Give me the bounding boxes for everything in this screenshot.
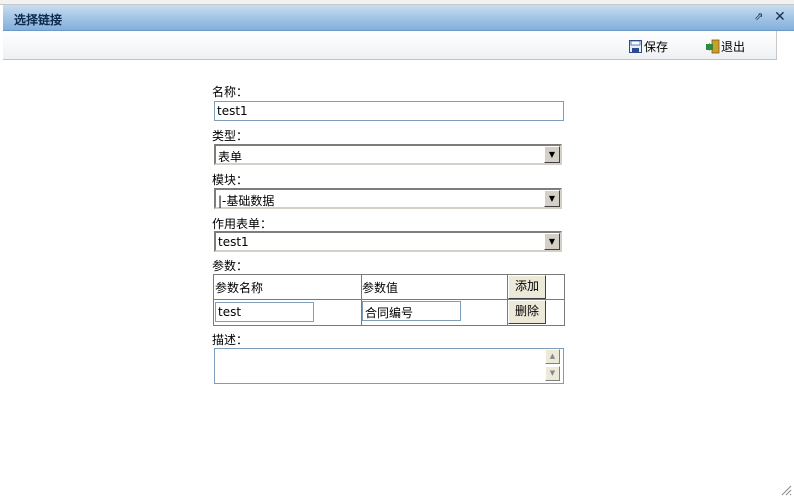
scroll-down-icon[interactable]: ▼	[545, 366, 560, 381]
module-select[interactable]: |-基础数据 ▼	[214, 188, 562, 209]
name-input[interactable]: test1	[214, 101, 564, 121]
close-icon[interactable]: ✕	[774, 10, 786, 24]
type-select-value: 表单	[218, 150, 243, 164]
type-label: 类型：	[212, 129, 249, 143]
toolbar: 保存 退出	[3, 31, 777, 60]
name-label: 名称：	[212, 85, 249, 99]
exit-label: 退出	[721, 40, 746, 54]
param-name-input[interactable]: test	[215, 302, 314, 322]
desc-textarea[interactable]	[214, 348, 564, 384]
dialog-title: 选择链接	[14, 13, 63, 27]
resize-grip-icon[interactable]	[780, 484, 792, 496]
chevron-down-icon[interactable]: ▼	[544, 233, 560, 250]
params-table: 参数名称 参数值 添加 test 合同编号 删除	[213, 274, 565, 326]
param-name-header: 参数名称	[215, 281, 264, 295]
chevron-down-icon[interactable]: ▼	[544, 190, 560, 207]
desc-label: 描述：	[212, 333, 249, 347]
target-form-select[interactable]: test1 ▼	[214, 231, 562, 252]
target-form-select-value: test1	[218, 235, 249, 249]
chevron-down-icon[interactable]: ▼	[544, 146, 560, 163]
param-value-header: 参数值	[362, 281, 399, 295]
dialog-titlebar: 选择链接 ⇗ ✕	[3, 5, 794, 31]
add-param-button[interactable]: 添加	[508, 275, 546, 299]
desc-scrollbar[interactable]: ▲ ▼	[545, 349, 562, 383]
module-label: 模块：	[212, 173, 249, 187]
save-button[interactable]: 保存	[628, 38, 668, 55]
scroll-up-icon[interactable]: ▲	[545, 349, 560, 364]
target-form-label: 作用表单：	[212, 217, 273, 231]
save-icon	[628, 39, 643, 54]
exit-button[interactable]: 退出	[705, 38, 745, 55]
save-label: 保存	[644, 40, 669, 54]
params-label: 参数：	[212, 259, 249, 273]
delete-param-button[interactable]: 删除	[508, 300, 546, 324]
param-value-input[interactable]: 合同编号	[362, 301, 461, 321]
exit-icon	[705, 39, 720, 54]
module-select-value: |-基础数据	[218, 194, 275, 208]
restore-icon[interactable]: ⇗	[754, 10, 763, 24]
type-select[interactable]: 表单 ▼	[214, 144, 562, 165]
